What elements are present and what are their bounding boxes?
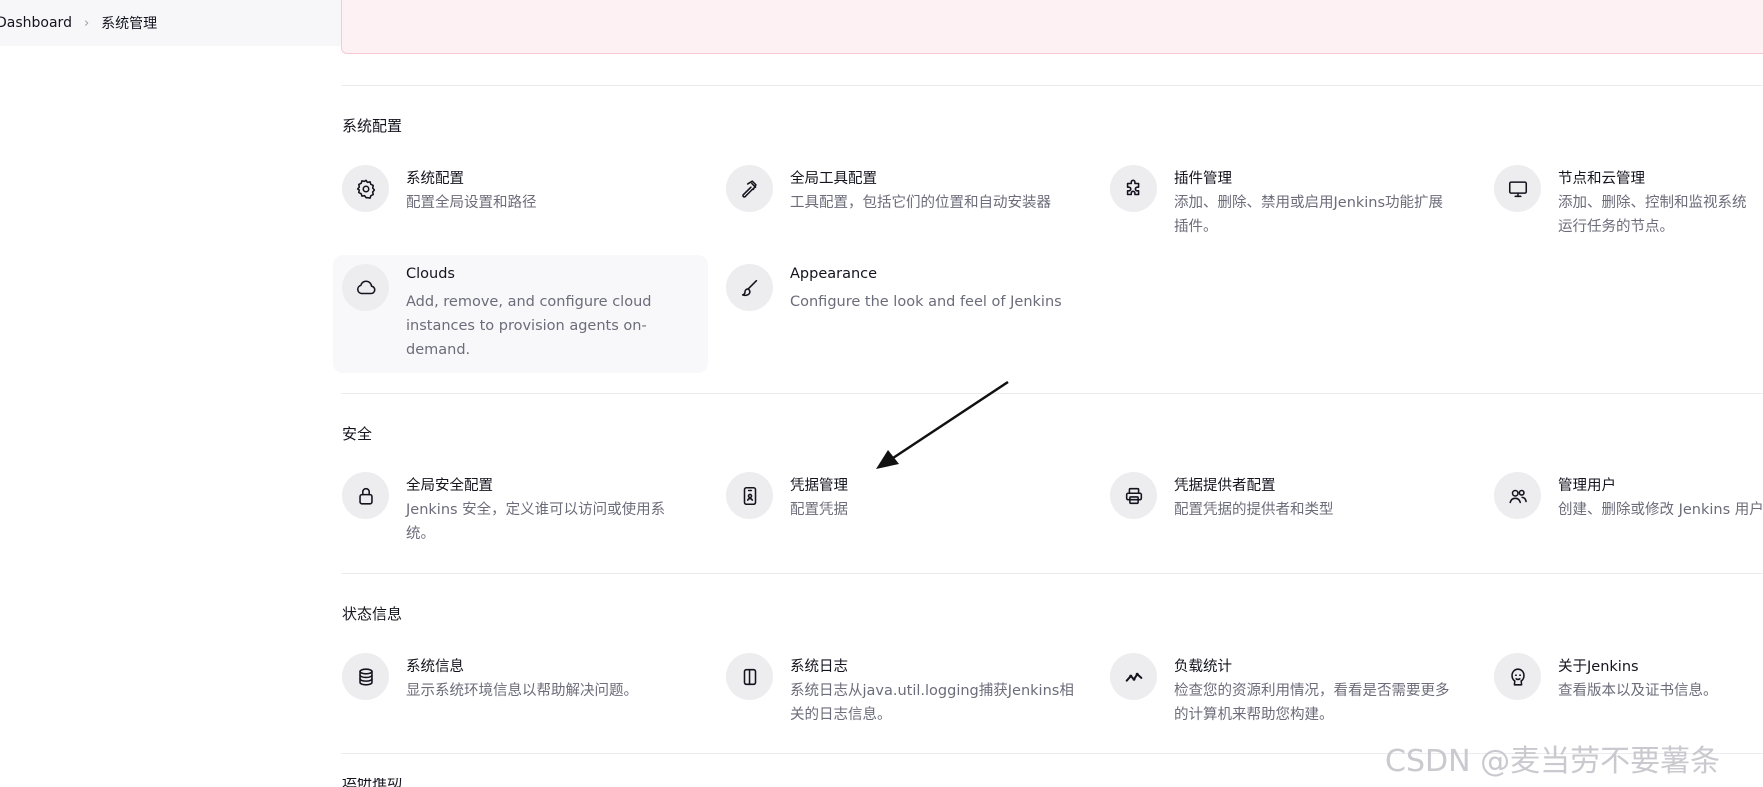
breadcrumb: Dashboard › 系统管理 — [0, 12, 157, 34]
tile-clouds[interactable]: Clouds Add, remove, and configure cloud … — [333, 255, 708, 373]
section-title-status: 状态信息 — [342, 605, 403, 623]
printer-icon — [1110, 472, 1157, 519]
tile-appearance[interactable]: Appearance Configure the look and feel o… — [717, 255, 1092, 339]
tile-description: 显示系统环境信息以帮助解决问题。 — [406, 683, 638, 699]
tile-title: 全局工具配置 — [790, 171, 877, 187]
tile-title: Clouds — [406, 266, 455, 282]
tile-about-jenkins[interactable]: 关于Jenkins 查看版本以及证书信息。 — [1485, 644, 1763, 728]
tile-load-statistics[interactable]: 负载统计 检查您的资源利用情况，看看是否需要更多的计算机来帮助您构建。 — [1101, 644, 1476, 728]
monitor-icon — [1494, 165, 1541, 212]
tile-title: 管理用户 — [1558, 478, 1616, 494]
tile-description: 配置凭据 — [790, 502, 848, 518]
chevron-right-icon: › — [83, 15, 90, 31]
tile-global-security[interactable]: 全局安全配置 Jenkins 安全，定义谁可以访问或使用系统。 — [333, 463, 708, 547]
tile-title: 负载统计 — [1174, 659, 1232, 675]
tile-global-tools[interactable]: 全局工具配置 工具配置，包括它们的位置和自动安装器 — [717, 156, 1092, 240]
annotation-arrow — [876, 380, 1009, 469]
tile-title: 插件管理 — [1174, 171, 1232, 187]
tile-credential-providers[interactable]: 凭据提供者配置 配置凭据的提供者和类型 — [1101, 463, 1476, 547]
section-title-next: 运研推动 — [342, 778, 403, 787]
tile-description: Configure the look and feel of Jenkins — [790, 294, 1062, 310]
hammer-icon — [726, 165, 773, 212]
tile-title: 系统配置 — [406, 171, 464, 187]
puzzle-icon — [1110, 165, 1157, 212]
tile-description: 查看版本以及证书信息。 — [1558, 683, 1718, 699]
tile-title: 节点和云管理 — [1558, 171, 1645, 187]
trend-line-icon — [1110, 653, 1157, 700]
cloud-icon — [342, 264, 389, 311]
tile-description: Add, remove, and configure cloud instanc… — [406, 294, 652, 358]
tile-system-config[interactable]: 系统配置 配置全局设置和路径 — [333, 156, 708, 240]
lock-icon — [342, 472, 389, 519]
divider — [341, 85, 1763, 86]
sidebar-panel-icon — [726, 653, 773, 700]
tile-system-log[interactable]: 系统日志 系统日志从java.util.logging捕获Jenkins相关的日… — [717, 644, 1092, 728]
tile-nodes-clouds[interactable]: 节点和云管理 添加、删除、控制和监视系统运行任务的节点。 — [1485, 156, 1763, 240]
tile-title: 全局安全配置 — [406, 478, 493, 494]
breadcrumb-current[interactable]: 系统管理 — [101, 13, 157, 33]
tile-description: 添加、删除、禁用或启用Jenkins功能扩展插件。 — [1174, 195, 1444, 235]
tile-description: 创建、删除或修改 Jenkins 用户 — [1558, 502, 1763, 518]
tile-description: 系统日志从java.util.logging捕获Jenkins相关的日志信息。 — [790, 683, 1074, 723]
tile-title: 凭据管理 — [790, 478, 848, 494]
tile-title: Appearance — [790, 266, 878, 282]
divider — [341, 393, 1763, 394]
tile-description: 检查您的资源利用情况，看看是否需要更多的计算机来帮助您构建。 — [1174, 683, 1450, 723]
tile-title: 系统日志 — [790, 659, 848, 675]
tile-description: 配置凭据的提供者和类型 — [1174, 502, 1334, 518]
users-icon — [1494, 472, 1541, 519]
database-icon — [342, 653, 389, 700]
section-title-config: 系统配置 — [342, 117, 403, 135]
jenkins-logo-icon — [1494, 653, 1541, 700]
tile-plugins[interactable]: 插件管理 添加、删除、禁用或启用Jenkins功能扩展插件。 — [1101, 156, 1476, 240]
divider — [341, 573, 1763, 574]
tile-title: 系统信息 — [406, 659, 464, 675]
tile-description: 添加、删除、控制和监视系统运行任务的节点。 — [1558, 195, 1747, 235]
id-card-icon — [726, 472, 773, 519]
section-title-security: 安全 — [342, 425, 373, 443]
tile-description: 配置全局设置和路径 — [406, 195, 537, 211]
gear-icon — [342, 165, 389, 212]
tile-credentials[interactable]: 凭据管理 配置凭据 — [717, 463, 1092, 547]
tile-description: Jenkins 安全，定义谁可以访问或使用系统。 — [406, 502, 666, 542]
tile-title: 凭据提供者配置 — [1174, 478, 1276, 494]
warning-banner — [341, 0, 1763, 54]
tile-title: 关于Jenkins — [1558, 659, 1639, 675]
tile-manage-users[interactable]: 管理用户 创建、删除或修改 Jenkins 用户 — [1485, 463, 1763, 547]
brush-icon — [726, 264, 773, 311]
breadcrumb-dashboard[interactable]: Dashboard — [0, 15, 72, 31]
tile-description: 工具配置，包括它们的位置和自动安装器 — [790, 195, 1051, 211]
watermark: CSDN @麦当劳不要薯条 — [1385, 744, 1721, 779]
tile-system-info[interactable]: 系统信息 显示系统环境信息以帮助解决问题。 — [333, 644, 708, 728]
